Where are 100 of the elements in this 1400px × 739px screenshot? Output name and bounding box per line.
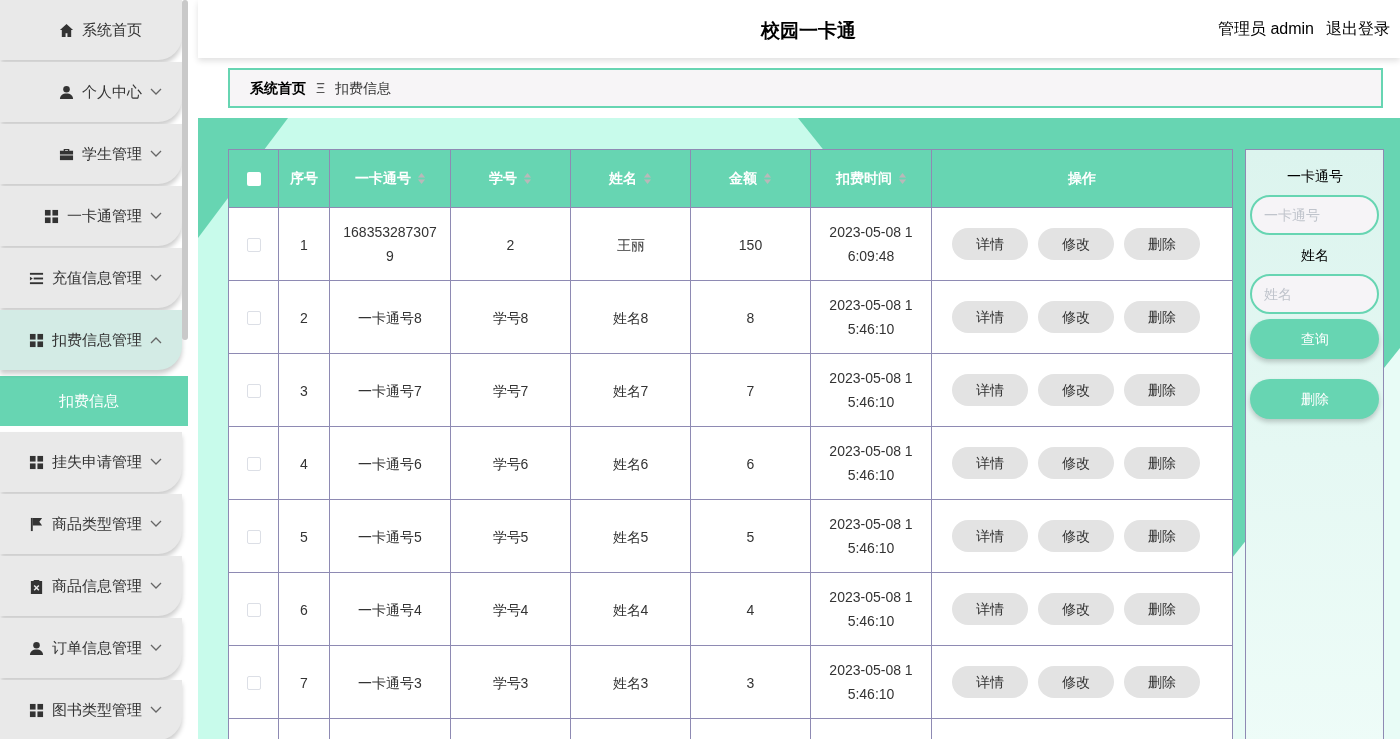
column-header: 学号 (489, 169, 517, 189)
column-header: 序号 (290, 169, 318, 189)
action-button[interactable]: 详情 (952, 228, 1028, 260)
table-cell-text: 1683532873079 (343, 223, 437, 266)
breadcrumb-link[interactable]: 系统首页 (250, 77, 306, 99)
action-button[interactable]: 修改 (1038, 666, 1114, 698)
table-cell-text: 一卡通号7 (358, 381, 422, 401)
action-button[interactable]: 详情 (952, 447, 1028, 479)
clipboard-icon (29, 578, 44, 594)
action-button[interactable]: 详情 (952, 374, 1028, 406)
action-button[interactable]: 删除 (1124, 593, 1200, 625)
row-checkbox[interactable] (246, 456, 261, 471)
column-header: 操作 (1068, 169, 1096, 189)
table-cell-text: 4 (300, 454, 308, 474)
column-header: 姓名 (609, 169, 637, 189)
sidebar-menu-item[interactable]: 扣费信息管理 (0, 310, 182, 370)
table-cell-text: 1 (300, 235, 308, 255)
table-cell-text: 姓名8 (612, 308, 649, 328)
row-checkbox[interactable] (246, 237, 261, 252)
action-button[interactable]: 修改 (1038, 447, 1114, 479)
action-button[interactable]: 详情 (952, 666, 1028, 698)
table-cell-text: 一卡通号3 (358, 673, 422, 693)
action-button[interactable]: 修改 (1038, 228, 1114, 260)
sort-icon[interactable] (763, 172, 772, 186)
sort-icon[interactable] (416, 172, 426, 186)
sidebar-menu-item[interactable]: 挂失申请管理 (0, 432, 182, 492)
table-cell-text: 一卡通号5 (358, 527, 422, 547)
column-header: 扣费时间 (835, 169, 892, 189)
sidebar-menu-item[interactable]: 商品类型管理 (0, 494, 182, 554)
row-checkbox[interactable] (246, 675, 261, 690)
row-checkbox[interactable] (246, 310, 261, 325)
table-cell-text: 2023-05-08 15:46:10 (828, 661, 914, 704)
table-cell-text: 姓名7 (612, 381, 649, 401)
grid-icon (29, 332, 44, 348)
action-button[interactable]: 删除 (1124, 228, 1200, 260)
row-checkbox[interactable] (246, 383, 261, 398)
table-cell-text: 一卡通号4 (358, 600, 422, 620)
table-cell-text: 6 (300, 600, 308, 620)
person-icon (29, 640, 44, 656)
table-cell-text: 2023-05-08 15:46:10 (828, 369, 914, 412)
row-checkbox[interactable] (246, 602, 261, 617)
sort-icon[interactable] (643, 172, 652, 186)
logout-link[interactable]: 退出登录 (1326, 17, 1390, 41)
table-cell-text: 一卡通号6 (358, 454, 422, 474)
select-all-checkbox[interactable] (246, 172, 261, 187)
action-button[interactable]: 修改 (1038, 593, 1114, 625)
breadcrumb-link[interactable]: 扣费信息 (335, 77, 392, 99)
sidebar-menu-item[interactable]: 商品信息管理 (0, 556, 182, 616)
action-button[interactable]: 修改 (1038, 301, 1114, 333)
table-cell-text: 5 (746, 527, 755, 547)
briefcase-icon (59, 146, 74, 162)
app-title: 校园一卡通 (761, 19, 856, 43)
sidebar-menu-item[interactable]: 个人中心 (0, 62, 182, 122)
sidebar-menu-item[interactable]: 图书类型管理 (0, 680, 182, 739)
table-cell-text: 3 (300, 381, 308, 401)
action-button[interactable]: 删除 (1124, 301, 1200, 333)
column-header: 一卡通号 (354, 169, 411, 189)
action-button[interactable]: 删除 (1124, 520, 1200, 552)
flag-icon (29, 516, 44, 532)
scrollbar-thumb[interactable] (182, 0, 188, 340)
table-cell-text: 2 (300, 308, 308, 328)
table-cell-text: 学号4 (492, 600, 529, 620)
action-button[interactable]: 修改 (1038, 520, 1114, 552)
field-label: 姓名 (1300, 246, 1329, 265)
action-button[interactable]: 删除 (1124, 374, 1200, 406)
table-cell-text: 2023-05-08 15:46:10 (828, 515, 914, 558)
person-icon (59, 84, 74, 100)
grid-icon (29, 454, 44, 470)
sidebar-menu-item[interactable]: 订单信息管理 (0, 618, 182, 678)
table-cell-text: 2 (506, 235, 515, 255)
table-cell-text: 4 (746, 600, 755, 620)
sort-icon[interactable] (897, 172, 907, 186)
action-button[interactable]: 删除 (1124, 666, 1200, 698)
table-cell-text: 学号6 (492, 454, 529, 474)
table-cell-text: 3 (746, 673, 755, 693)
action-button[interactable]: 删除 (1124, 447, 1200, 479)
action-button[interactable]: 详情 (952, 301, 1028, 333)
row-checkbox[interactable] (246, 529, 261, 544)
table-cell-text: 7 (746, 381, 755, 401)
table-cell-text: 学号5 (492, 527, 529, 547)
table-cell-text: 学号8 (492, 308, 529, 328)
list-icon (29, 270, 44, 286)
table-cell-text: 王丽 (616, 235, 645, 255)
table-cell-text: 一卡通号8 (358, 308, 422, 328)
sidebar-menu-item[interactable]: 系统首页 (0, 0, 182, 60)
table-cell-text: 姓名5 (612, 527, 649, 547)
grid-icon (44, 208, 59, 224)
table-cell-text: 姓名6 (612, 454, 649, 474)
sidebar-menu-item[interactable]: 充值信息管理 (0, 248, 182, 308)
table-cell-text: 2023-05-08 16:09:48 (828, 223, 914, 266)
action-button[interactable]: 修改 (1038, 374, 1114, 406)
table-cell-text: 2023-05-08 15:46:10 (828, 296, 914, 339)
action-button[interactable]: 详情 (952, 593, 1028, 625)
sidebar-menu-item[interactable]: 学生管理 (0, 124, 182, 184)
sidebar-menu-item[interactable]: 一卡通管理 (0, 186, 182, 246)
user-label: 管理员 admin (1217, 19, 1314, 39)
sort-icon[interactable] (523, 172, 532, 186)
table-cell-text: 2023-05-08 15:46:10 (828, 588, 914, 631)
action-button[interactable]: 详情 (952, 520, 1028, 552)
table-cell-text: 150 (738, 235, 763, 255)
